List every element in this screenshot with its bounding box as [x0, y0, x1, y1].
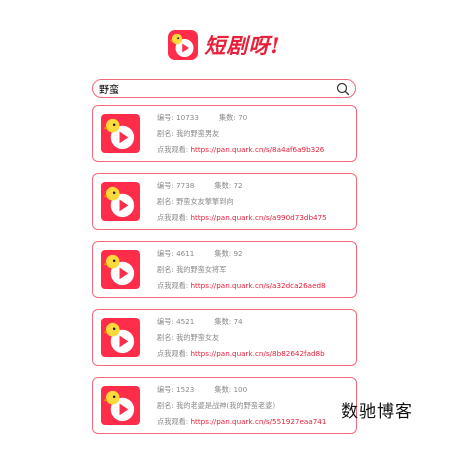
result-info: 编号: 4611 集数: 92 剧名: 我的野蛮女将军 点我观看: https:/… [157, 248, 352, 296]
watch-label: 点我观看: [157, 349, 191, 358]
id-count-row: 编号: 1523 集数: 100 [157, 384, 352, 400]
duck-play-logo-icon [101, 250, 140, 289]
result-card[interactable]: 编号: 7738 集数: 72 剧名: 野蛮女友擎擎到向 点我观看: https:… [92, 173, 357, 230]
result-card[interactable]: 编号: 1523 集数: 100 剧名: 我的老婆是战神(我的野蛮老婆) 点我观看… [92, 377, 357, 434]
id-value: 10733 [176, 113, 199, 122]
title-row: 剧名: 我的野蛮女友 [157, 332, 352, 348]
title-row: 剧名: 野蛮女友擎擎到向 [157, 196, 352, 212]
duck-play-logo-icon [101, 318, 140, 357]
title-row: 剧名: 我的野蛮女将军 [157, 264, 352, 280]
duck-play-logo-icon [101, 182, 140, 221]
id-label: 编号: [157, 181, 177, 190]
title-label: 剧名: [157, 197, 177, 206]
watch-label: 点我观看: [157, 281, 191, 290]
result-card[interactable]: 编号: 4521 集数: 74 剧名: 我的野蛮女友 点我观看: https://… [92, 309, 357, 366]
watch-row: 点我观看: https://pan.quark.cn/s/8b82642fad8… [157, 348, 352, 364]
duck-play-logo-icon [168, 30, 199, 60]
result-info: 编号: 7738 集数: 72 剧名: 野蛮女友擎擎到向 点我观看: https:… [157, 180, 352, 228]
drama-title: 野蛮女友擎擎到向 [176, 197, 234, 206]
watch-link[interactable]: https://pan.quark.cn/s/8b82642fad8b [190, 349, 324, 358]
app-header: 短剧呀! [0, 28, 449, 62]
watch-label: 点我观看: [157, 417, 191, 426]
watch-link[interactable]: https://pan.quark.cn/s/a990d73db475 [190, 213, 326, 222]
search-input[interactable] [99, 81, 329, 96]
id-value: 7738 [176, 181, 195, 190]
episode-count-label: 集数: [214, 317, 234, 326]
episode-count-value: 70 [238, 113, 248, 122]
result-info: 编号: 1523 集数: 100 剧名: 我的老婆是战神(我的野蛮老婆) 点我观看… [157, 384, 352, 432]
episode-count-value: 92 [233, 249, 243, 258]
title-row: 剧名: 我的野蛮男友 [157, 128, 352, 144]
episode-count-value: 74 [233, 317, 243, 326]
title-label: 剧名: [157, 265, 177, 274]
duck-play-logo-icon [101, 386, 140, 425]
episode-count-value: 72 [233, 181, 243, 190]
watch-label: 点我观看: [157, 145, 191, 154]
watch-row: 点我观看: https://pan.quark.cn/s/a990d73db47… [157, 212, 352, 228]
id-label: 编号: [157, 317, 177, 326]
episode-count-label: 集数: [214, 385, 234, 394]
title-row: 剧名: 我的老婆是战神(我的野蛮老婆) [157, 400, 352, 416]
id-value: 4521 [176, 317, 195, 326]
episode-count-label: 集数: [214, 249, 234, 258]
watch-link[interactable]: https://pan.quark.cn/s/8a4af6a9b326 [190, 145, 324, 154]
episode-count-value: 100 [233, 385, 248, 394]
drama-title: 我的野蛮女友 [176, 333, 220, 342]
watch-label: 点我观看: [157, 213, 191, 222]
episode-count-label: 集数: [218, 113, 239, 122]
results-list: 编号: 10733 集数: 70 剧名: 我的野蛮男友 点我观看: https:/… [92, 105, 357, 445]
watch-row: 点我观看: https://pan.quark.cn/s/8a4af6a9b32… [157, 144, 352, 160]
id-label: 编号: [157, 249, 177, 258]
app-title: 短剧呀! [204, 33, 281, 58]
duck-play-logo-icon [101, 114, 140, 153]
drama-title: 我的野蛮男友 [176, 129, 220, 138]
title-label: 剧名: [157, 333, 177, 342]
id-label: 编号: [157, 385, 177, 394]
drama-title: 我的野蛮女将军 [176, 265, 227, 274]
id-count-row: 编号: 4521 集数: 74 [157, 316, 352, 332]
watch-link[interactable]: https://pan.quark.cn/s/551927eaa741 [190, 417, 326, 426]
result-info: 编号: 4521 集数: 74 剧名: 我的野蛮女友 点我观看: https://… [157, 316, 352, 364]
id-count-row: 编号: 7738 集数: 72 [157, 180, 352, 196]
watch-row: 点我观看: https://pan.quark.cn/s/551927eaa74… [157, 416, 352, 432]
id-label: 编号: [157, 113, 177, 122]
id-value: 1523 [176, 385, 195, 394]
watch-link[interactable]: https://pan.quark.cn/s/a32dca26aed8 [190, 281, 325, 290]
title-label: 剧名: [157, 129, 177, 138]
watch-row: 点我观看: https://pan.quark.cn/s/a32dca26aed… [157, 280, 352, 296]
result-card[interactable]: 编号: 4611 集数: 92 剧名: 我的野蛮女将军 点我观看: https:/… [92, 241, 357, 298]
id-value: 4611 [176, 249, 195, 258]
search-bar [92, 79, 356, 98]
title-label: 剧名: [157, 401, 177, 410]
watermark: 数驰博客 [341, 402, 413, 422]
result-card[interactable]: 编号: 10733 集数: 70 剧名: 我的野蛮男友 点我观看: https:/… [92, 105, 357, 162]
drama-title: 我的老婆是战神(我的野蛮老婆) [176, 401, 276, 410]
id-count-row: 编号: 4611 集数: 92 [157, 248, 352, 264]
id-count-row: 编号: 10733 集数: 70 [157, 112, 352, 128]
episode-count-label: 集数: [214, 181, 234, 190]
result-info: 编号: 10733 集数: 70 剧名: 我的野蛮男友 点我观看: https:/… [157, 112, 352, 160]
search-icon[interactable] [336, 82, 350, 96]
